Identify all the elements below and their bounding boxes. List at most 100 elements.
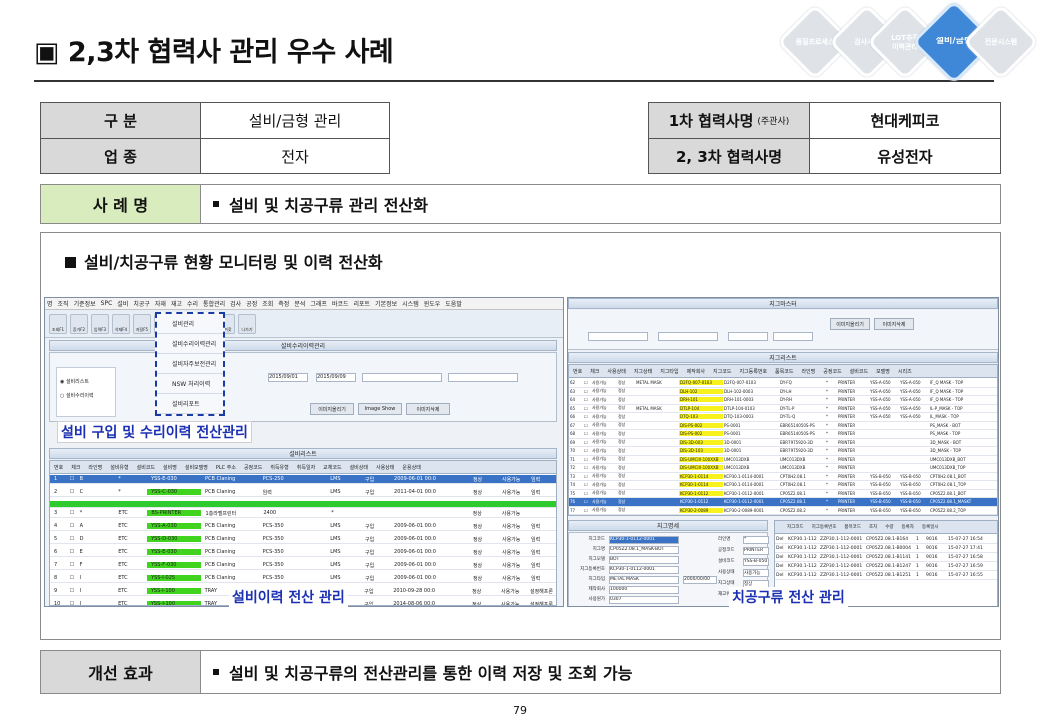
- menu-item[interactable]: 기본정보: [375, 299, 397, 308]
- menu-item[interactable]: 조직: [58, 299, 69, 308]
- dropdown-menu-item[interactable]: NSW 처리이력: [157, 374, 223, 394]
- table-row[interactable]: 7 ☐ F ETC YSS-F-030 PCB Claning PCS-350 LMS 구입 20…: [50, 561, 556, 570]
- menu-item[interactable]: 수리: [187, 299, 198, 308]
- dropdown-menu-item[interactable]: 설비리포트: [157, 394, 223, 414]
- detail-right-value[interactable]: YSS-B-050: [743, 558, 769, 566]
- table-row[interactable]: 75 ☐ 사용가능 정상 KCP30-1-0112 KCP30-1-0112-0001 CP…: [569, 490, 997, 498]
- table-row[interactable]: 8 ☐ I ETC YSS-I-025 PCB Claning PCS-350 LMS 구입 20…: [50, 574, 556, 583]
- date-from-input[interactable]: 2015/09/01: [268, 373, 308, 382]
- menu-item[interactable]: 설비: [117, 299, 128, 308]
- table-row[interactable]: 65 ☐ 사용가능 정상 METAL MASK DTLP-104 DTLP-104-0103…: [569, 405, 997, 413]
- upload-image-button[interactable]: 이미지올리기: [310, 403, 354, 415]
- table-row[interactable]: 74 ☐ 사용가능 정상 KCP30-1-0114 KCP30.1-0114-0001 CP…: [569, 481, 997, 490]
- radio-equipment-list[interactable]: ◉ 설비리스트: [60, 378, 89, 385]
- table-cell: 구입: [365, 523, 375, 530]
- table-row[interactable]: 5 ☐ D ETC YSS-D-030 PCB Claning PCS-350 LMS 구입 20…: [50, 535, 556, 544]
- repair-status-select[interactable]: [448, 373, 518, 382]
- toolbar-button[interactable]: 삭제F4: [112, 313, 130, 334]
- detail-field-value[interactable]: 100000: [609, 586, 679, 594]
- table-row[interactable]: 70 ☐ 사용가능 정상 DIS-3D-103 3D-0001 EBR7975920-3D *…: [569, 447, 997, 456]
- toolbar-button[interactable]: 나가기: [238, 313, 256, 334]
- table-cell: YSS-A-030: [147, 523, 201, 529]
- dropdown-menu-item[interactable]: 설비수리이력관리: [157, 334, 223, 354]
- table-cell: CP05Z2.08.1-B1141: [866, 554, 911, 560]
- jig-upload-image-button[interactable]: 이미지올리기: [830, 318, 870, 330]
- table-cell: 77: [570, 507, 576, 513]
- history-row[interactable]: Del KCP30.1-112 ZZP30.1-112-0001 CP05Z2.08.…: [775, 535, 997, 544]
- table-row[interactable]: 77 ☐ 사용가능 정상 KCP30-2-0089 KCP30-2-0089-0001 CP…: [569, 507, 997, 515]
- menu-item[interactable]: 명: [47, 299, 53, 308]
- menu-item[interactable]: 재고: [171, 299, 182, 308]
- table-cell: 구입: [365, 562, 375, 569]
- menu-item[interactable]: 자재: [155, 299, 166, 308]
- table-row[interactable]: 64 ☐ 사용가능 정상 DRH-101 DRH-101-0003 DY-RH * PRINTE…: [569, 396, 997, 405]
- history-row[interactable]: Del KCP30.1-112 ZZP30.1-112-0001 CP05Z2.08.…: [775, 571, 997, 580]
- table-row[interactable]: 67 ☐ 사용가능 정상 DIS-PS-002 PS-0001 EBR6514050S-PS…: [569, 422, 997, 430]
- equipment-type-select[interactable]: [362, 373, 442, 382]
- table-row[interactable]: 6 ☐ E ETC YSS-E-030 PCB Claning PCS-350 LMS 구입 20…: [50, 548, 556, 557]
- menu-item[interactable]: 도움말: [445, 299, 462, 308]
- table-row[interactable]: 68 ☐ 사용가능 정상 DIS-PS-002 PS-0001 EBR6514050S-PS…: [569, 430, 997, 439]
- jig-code-input[interactable]: [588, 332, 648, 341]
- detail-field-value[interactable]: 0307: [609, 596, 679, 604]
- detail-right-value[interactable]: PRINTER: [743, 547, 769, 555]
- table-row[interactable]: 62 ☐ 사용가능 정상 METAL MASK D2FQ-007-0103 D2FQ-007…: [569, 379, 997, 388]
- menu-item[interactable]: 검사: [230, 299, 241, 308]
- date-to-input[interactable]: 2015/09/09: [316, 373, 356, 382]
- toolbar-button[interactable]: 조회F1: [49, 313, 67, 334]
- grid-column-header: 설비코드: [136, 464, 156, 471]
- jig-delete-image-button[interactable]: 이미지삭제: [874, 318, 914, 330]
- detail-field-value[interactable]: KCP30-1-0112-0001: [609, 536, 679, 544]
- toolbar-button[interactable]: 증가F2: [70, 313, 88, 334]
- menu-item[interactable]: 바코드: [332, 299, 349, 308]
- menu-item[interactable]: 분석: [294, 299, 305, 308]
- menu-item[interactable]: 윈도우: [424, 299, 441, 308]
- detail-field-value[interactable]: METAL MASK: [609, 576, 679, 584]
- menu-item[interactable]: 치공구: [133, 299, 150, 308]
- menu-item[interactable]: 조회: [262, 299, 273, 308]
- menu-item[interactable]: 공정: [246, 299, 257, 308]
- detail-field-value[interactable]: CP05Z2.08.1_MASK-BOT: [609, 546, 679, 554]
- menu-item[interactable]: 리포트: [354, 299, 371, 308]
- table-row[interactable]: 72 ☐ 사용가능 정상 DIS-UMCIX-100XXB UMC013DXB UMC013…: [569, 464, 997, 473]
- menu-item[interactable]: SPC: [101, 300, 113, 307]
- table-row[interactable]: 63 ☐ 사용가능 정상 DLH-102 DLH-102-0003 DY-LH * PRINTE…: [569, 388, 997, 396]
- dropdown-menu-item[interactable]: 설비자주보전관리: [157, 354, 223, 374]
- table-row[interactable]: 71 ☐ 사용가능 정상 DIS-UMCIX-100XXB UMC013DXB UMC013…: [569, 456, 997, 464]
- menu-item[interactable]: 시스템: [402, 299, 419, 308]
- menu-item[interactable]: 기준정보: [74, 299, 96, 308]
- table-cell: YSS-J-100: [146, 601, 201, 605]
- table-cell: DLH-102: [679, 388, 723, 394]
- detail-field-value[interactable]: BOT: [609, 556, 679, 564]
- history-row[interactable]: Del KCP30.1-112 ZZP30.1-112-0001 CP05Z2.08.…: [775, 553, 997, 562]
- history-row[interactable]: Del KCP30.1-112 ZZP30.1-112-0001 CP05Z2.08.…: [775, 544, 997, 553]
- toolbar-button[interactable]: 저장F5: [133, 313, 151, 334]
- detail-right-value[interactable]: 사용가능: [743, 569, 769, 577]
- table-row[interactable]: 73 ☐ 사용가능 정상 KCP30-1-0114 KCP30.1-0114-0001 CP…: [569, 473, 997, 481]
- table-row[interactable]: 69 ☐ 사용가능 정상 DIS-3D-003 3D-0001 EBR7975920-3D *…: [569, 439, 997, 447]
- table-row[interactable]: 1 ☐ B * YSS-E-030 PCB Claning PCS-250 LMS 구입 2009…: [50, 475, 556, 484]
- menu-item[interactable]: 그래프: [310, 299, 327, 308]
- toolbar-button[interactable]: 입력F3: [91, 313, 109, 334]
- image-show-button[interactable]: Image Show: [358, 403, 402, 415]
- history-row[interactable]: Del KCP30.1-112 ZZP30.1-112-0001 CP05Z2.08.…: [775, 562, 997, 571]
- table-row[interactable]: 66 ☐ 사용가능 정상 DTQ-103 DTQ-103-0003 DY-TL-Q * PRIN…: [569, 413, 997, 422]
- table-row[interactable]: 76 ☐ 사용가능 정상 KCP30-1-0112 KCP30-1-0112-0001 CP…: [569, 498, 997, 507]
- table-cell: YSS-E-030: [151, 476, 177, 482]
- delete-image-button[interactable]: 이미지삭제: [406, 403, 450, 415]
- detail-date-value[interactable]: 2000/00/00: [683, 576, 717, 584]
- jig-type-select[interactable]: [728, 332, 768, 341]
- radio-repair-history[interactable]: ○ 설비수리이력: [60, 392, 94, 399]
- jig-reg-input[interactable]: [658, 332, 718, 341]
- table-row[interactable]: 4 ☐ A ETC YSS-A-030 PCB Claning PCS-350 LMS 구입 20…: [50, 522, 556, 531]
- dropdown-menu-item[interactable]: 설비관리: [157, 314, 223, 334]
- menu-item[interactable]: 측정: [278, 299, 289, 308]
- jig-line-select[interactable]: [773, 332, 813, 341]
- detail-right-value[interactable]: *: [743, 536, 769, 544]
- menu-item[interactable]: 통합관리: [203, 299, 225, 308]
- detail-field-value[interactable]: KCP30-1-0112-0001: [609, 566, 679, 574]
- table-row[interactable]: 3 ☐ * ETC BS-PRINTER 1층라벨프린터 2400 * 정상 사용가능: [50, 509, 556, 518]
- table-cell: UMC013DXB: [724, 465, 750, 471]
- table-row[interactable]: 2 ☐ C * YSS-C-030 PCB Claning 임력 LMS 구입 2011-04-0…: [50, 488, 556, 497]
- table-cell: 사용가능: [592, 507, 607, 513]
